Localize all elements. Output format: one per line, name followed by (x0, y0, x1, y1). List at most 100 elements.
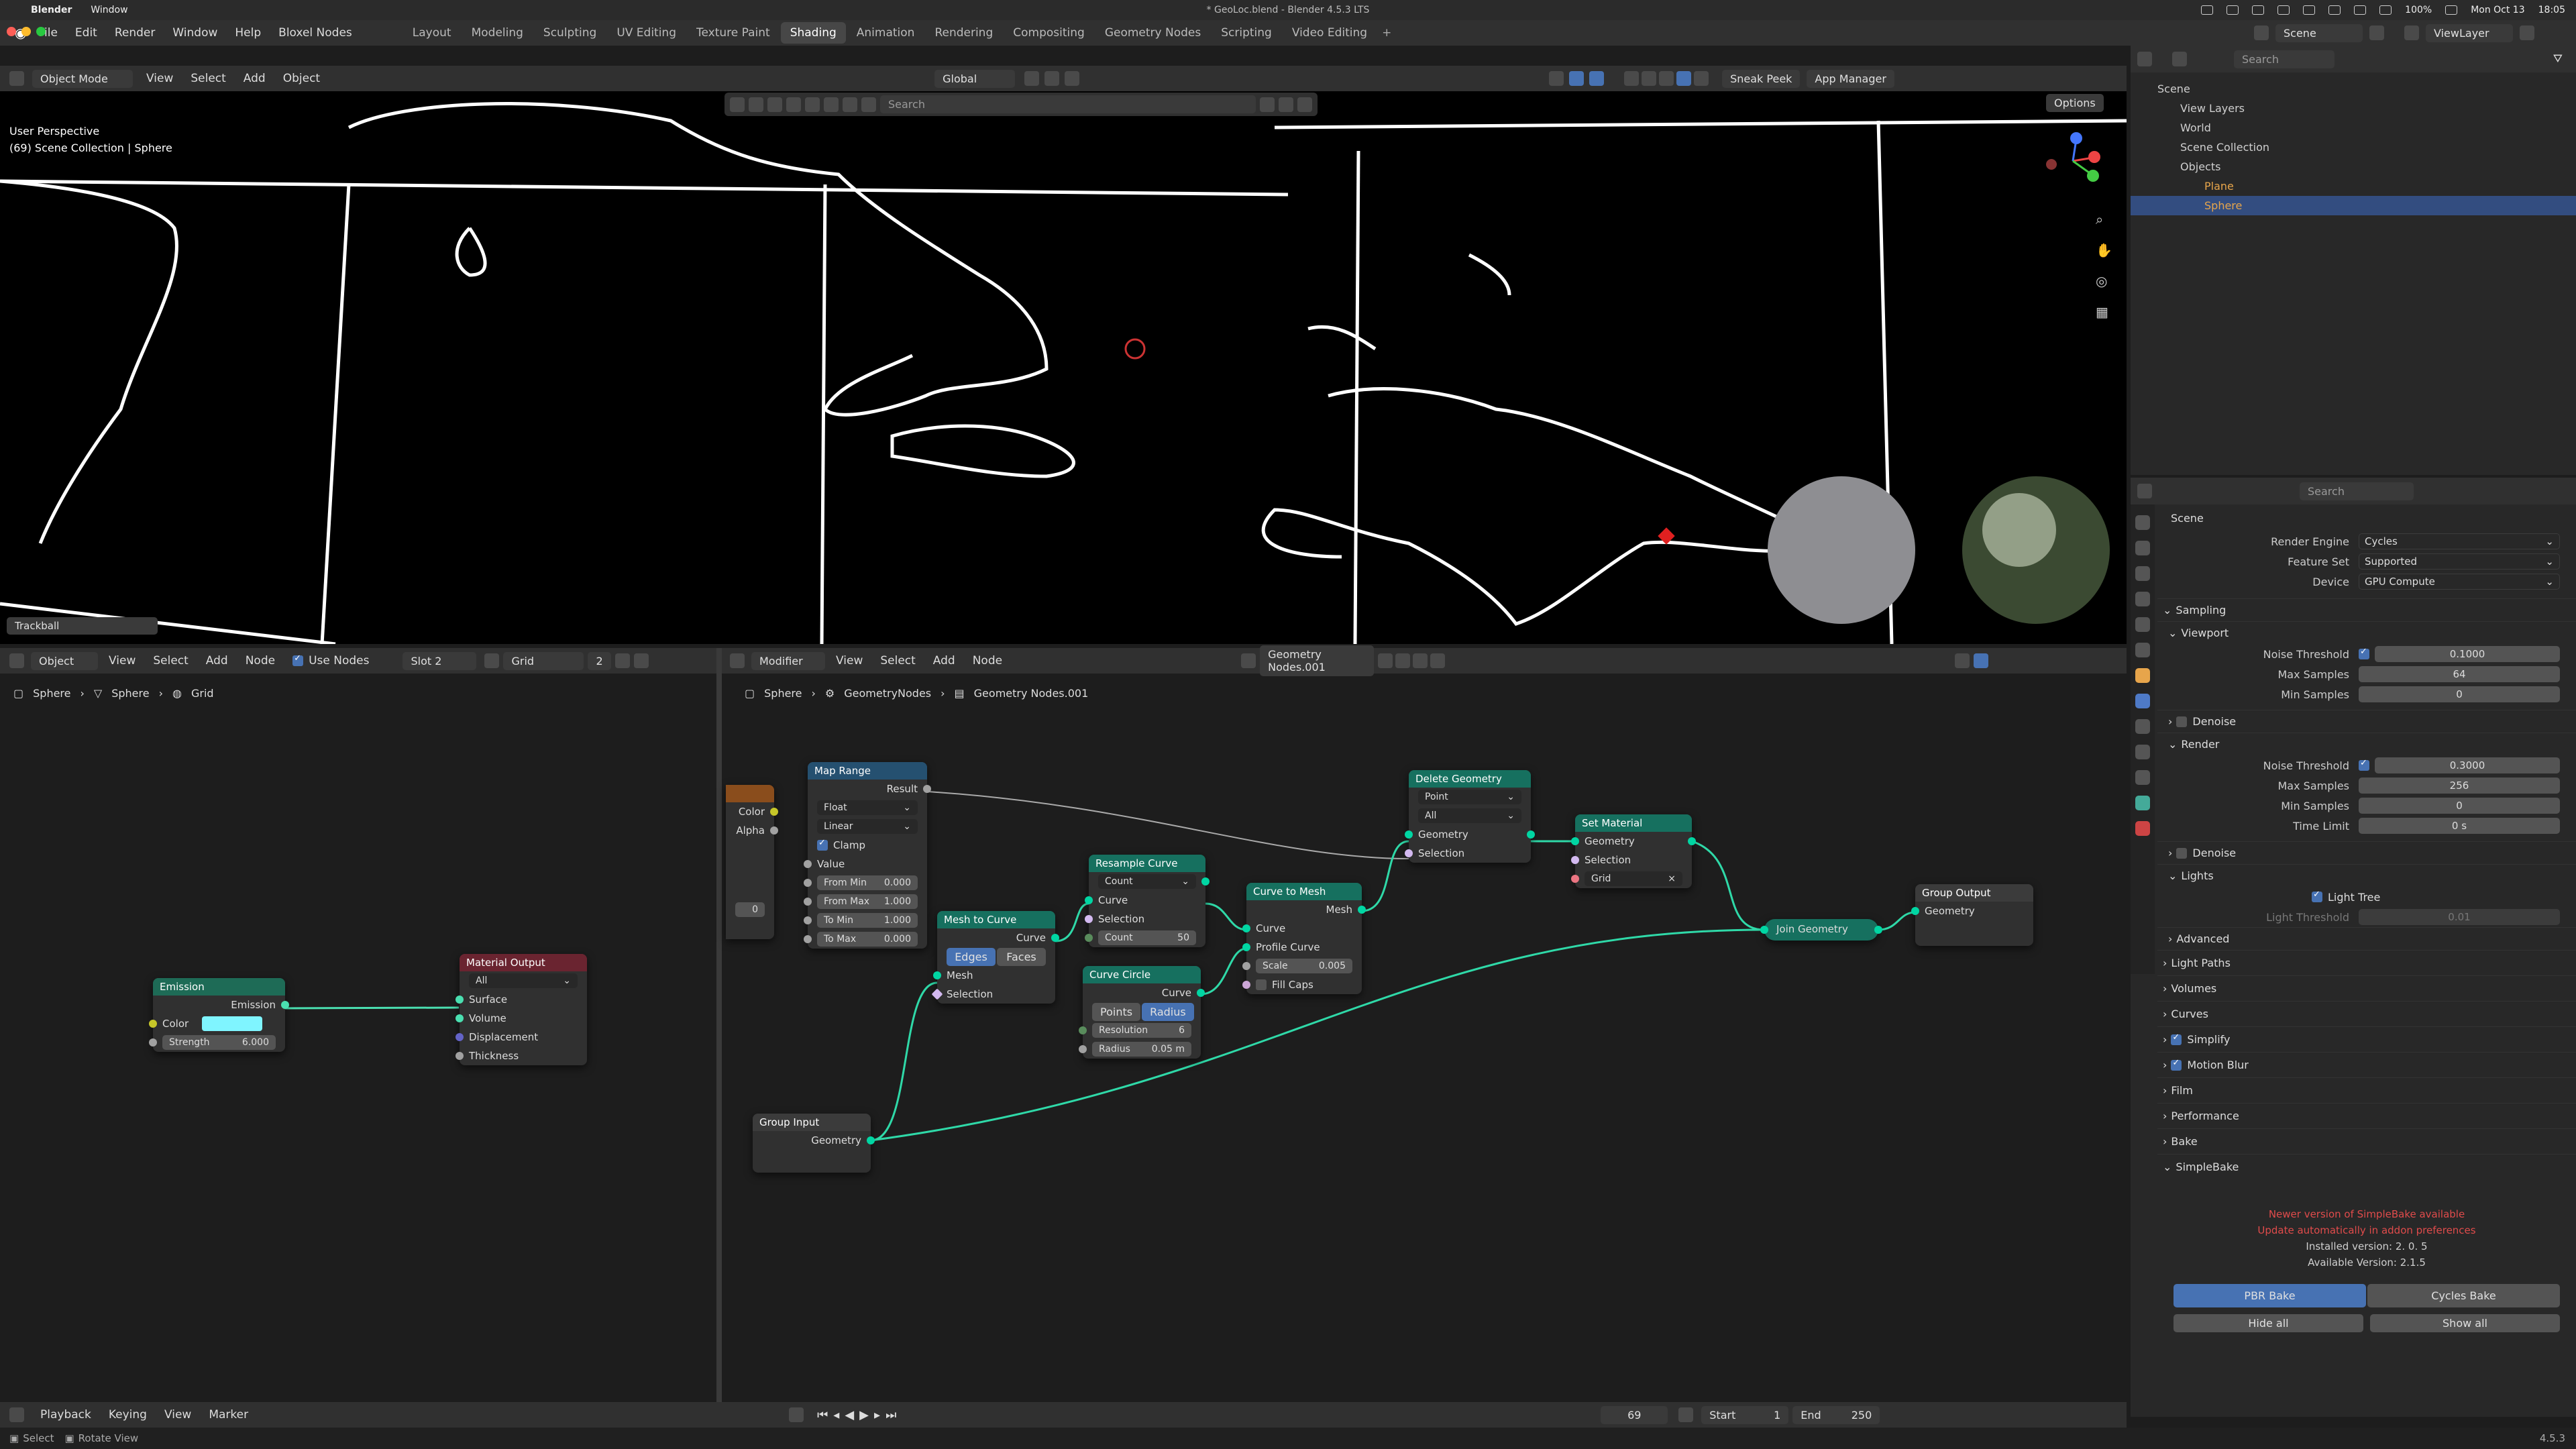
menu-view[interactable]: View (146, 72, 173, 85)
scene-name[interactable]: Scene (2275, 23, 2363, 42)
overlay-icon[interactable] (1589, 71, 1605, 86)
clock-time[interactable]: 18:05 (2538, 5, 2565, 15)
wireframe-shading-icon[interactable] (1642, 71, 1657, 86)
section-lights[interactable]: Lights (2181, 869, 2213, 882)
simplify-checkbox[interactable] (2171, 1032, 2182, 1045)
input-socket[interactable] (1085, 896, 1093, 904)
battery-icon[interactable] (2445, 5, 2458, 15)
input-socket[interactable] (933, 971, 941, 979)
viewlayer-name[interactable]: ViewLayer (2426, 23, 2513, 42)
edges-mode-button[interactable]: Edges (947, 947, 996, 966)
editor-type-icon[interactable] (9, 1407, 24, 1422)
clear-icon[interactable]: × (1668, 873, 1676, 884)
join-geometry-node[interactable]: Join Geometry (1760, 919, 1882, 941)
viewlayer-icon[interactable] (2404, 25, 2419, 40)
input-socket[interactable] (804, 916, 812, 924)
view-layer-tab-icon[interactable] (2135, 592, 2150, 606)
properties-search-input[interactable]: Search (2300, 482, 2414, 500)
sneak-peek-button[interactable]: Sneak Peek (1722, 69, 1801, 88)
menu-view[interactable]: View (836, 654, 863, 667)
material-tab-icon[interactable] (2135, 821, 2150, 836)
input-socket[interactable] (1571, 856, 1579, 864)
overlay-toggle-icon[interactable] (1974, 653, 1989, 668)
pivot-icon[interactable] (1024, 71, 1040, 86)
device-dropdown[interactable]: GPU Compute (2365, 576, 2435, 588)
domain-dropdown[interactable]: Point (1425, 792, 1448, 802)
output-socket[interactable] (923, 785, 931, 793)
status-icon[interactable] (2201, 5, 2214, 15)
input-socket[interactable] (1571, 837, 1579, 845)
input-socket[interactable] (1079, 1026, 1087, 1034)
points-mode-button[interactable]: Points (1092, 1002, 1141, 1021)
chevron-down-icon[interactable]: ⌄ (2163, 1161, 2171, 1173)
input-socket[interactable] (1571, 875, 1579, 883)
delete-geometry-node[interactable]: Delete Geometry Point ⌄ All ⌄ Geometry Sel… (1405, 770, 1535, 863)
render-tab-icon[interactable] (2135, 541, 2150, 555)
mode-dropdown[interactable]: Count (1105, 876, 1133, 887)
editor-type-icon[interactable] (730, 653, 745, 668)
start-frame-field[interactable]: 1 (1774, 1409, 1780, 1421)
section-simplify[interactable]: Simplify (2187, 1033, 2230, 1046)
resample-curve-node[interactable]: Resample Curve Count ⌄ Curve Selection Co… (1085, 855, 1210, 947)
node-tree-icon[interactable] (1241, 653, 1256, 668)
rendered-shading-icon[interactable] (1694, 71, 1709, 86)
chevron-right-icon[interactable]: › (2168, 932, 2172, 945)
output-socket[interactable] (1688, 837, 1696, 845)
section-viewport[interactable]: Viewport (2181, 627, 2229, 639)
chevron-right-icon[interactable]: › (2163, 1110, 2167, 1122)
new-scene-icon[interactable] (2369, 25, 2384, 40)
show-all-button[interactable]: Show all (2370, 1314, 2560, 1332)
viewport-min-samples-field[interactable]: 0 (2359, 686, 2560, 702)
status-icon[interactable] (2226, 5, 2239, 15)
viewport-noise-field[interactable]: 0.1000 (2375, 646, 2560, 662)
scene-icon[interactable] (2254, 25, 2269, 40)
editor-type-icon[interactable] (2137, 484, 2152, 498)
mode-dropdown[interactable]: Object Mode (32, 69, 133, 88)
outliner-item-sphere[interactable]: Sphere (2131, 196, 2576, 215)
cycles-bake-button[interactable]: Cycles Bake (2367, 1284, 2560, 1307)
outliner-item-plane[interactable]: Plane (2157, 176, 2576, 196)
section-film[interactable]: Film (2171, 1084, 2193, 1097)
input-socket[interactable] (804, 935, 812, 943)
output-socket[interactable] (1358, 906, 1366, 914)
unlink-icon[interactable] (1413, 653, 1428, 668)
strength-field[interactable]: 6.000 (242, 1037, 269, 1048)
play-reverse-icon[interactable]: ◀ (845, 1408, 854, 1422)
menu-keying[interactable]: Keying (109, 1408, 147, 1421)
fake-user-icon[interactable] (1378, 653, 1393, 668)
menu-add[interactable]: Add (933, 654, 955, 667)
prev-keyframe-icon[interactable]: ◂ (833, 1408, 839, 1422)
emission-node[interactable]: Emission Emission Color Strength 6.000 (149, 978, 289, 1052)
section-light-paths[interactable]: Light Paths (2171, 957, 2231, 969)
editor-type-icon[interactable] (2137, 52, 2152, 66)
outliner-item[interactable]: Objects (2157, 157, 2576, 176)
end-frame-field[interactable]: 250 (1851, 1409, 1872, 1421)
chevron-right-icon[interactable]: › (2163, 982, 2167, 995)
outliner-search-input[interactable]: Search (2234, 50, 2334, 68)
jump-end-icon[interactable]: ⏭ (885, 1408, 896, 1422)
scale-field[interactable]: 0.005 (1319, 961, 1346, 971)
section-volumes[interactable]: Volumes (2171, 982, 2216, 995)
chevron-down-icon[interactable]: ⌄ (2168, 869, 2177, 882)
section-motion-blur[interactable]: Motion Blur (2187, 1059, 2248, 1071)
light-threshold-field[interactable]: 0.01 (2359, 909, 2560, 925)
input-socket[interactable] (1242, 943, 1250, 951)
section-render[interactable]: Render (2181, 738, 2219, 751)
visibility-icon[interactable] (1549, 71, 1564, 86)
chevron-right-icon[interactable]: › (2168, 715, 2172, 728)
radius-field[interactable]: 0.05 m (1152, 1044, 1185, 1055)
hide-all-button[interactable]: Hide all (2174, 1314, 2363, 1332)
new-viewlayer-icon[interactable] (2520, 25, 2534, 40)
section-sampling[interactable]: Sampling (2176, 604, 2226, 616)
orientation-dropdown[interactable]: Global (934, 69, 1016, 88)
menu-playback[interactable]: Playback (40, 1408, 91, 1421)
faces-mode-button[interactable]: Faces (997, 947, 1046, 966)
clamp-checkbox[interactable] (817, 838, 828, 851)
jump-start-icon[interactable]: ⏮ (817, 1408, 828, 1422)
render-max-samples-field[interactable]: 256 (2359, 777, 2560, 794)
chevron-right-icon[interactable]: › (2163, 957, 2167, 969)
next-keyframe-icon[interactable]: ▸ (874, 1408, 880, 1422)
section-simplebake[interactable]: SimpleBake (2176, 1161, 2239, 1173)
menu-node[interactable]: Node (973, 654, 1002, 667)
particles-tab-icon[interactable] (2135, 719, 2150, 734)
